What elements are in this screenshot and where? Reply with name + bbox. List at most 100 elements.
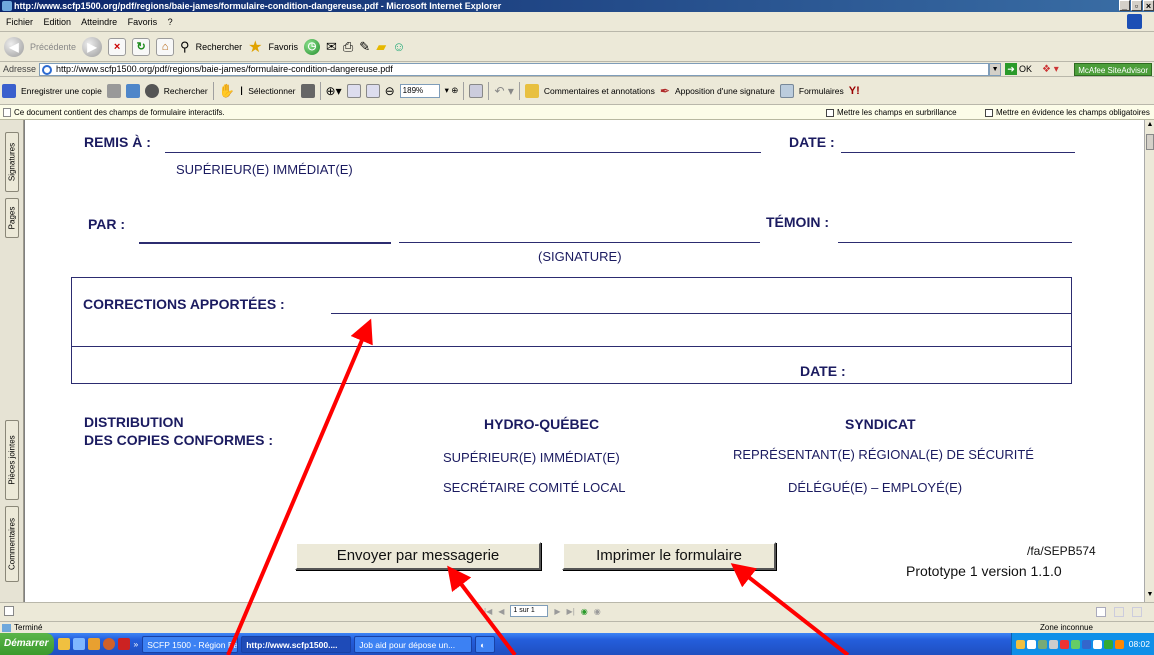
tray-icon[interactable] [1114,639,1124,649]
signature-menu[interactable]: Apposition d'une signature [675,86,775,96]
tray-icon[interactable] [1081,639,1091,649]
history-icon[interactable]: ◷ [303,38,320,55]
tab-comments[interactable]: Commentaires [5,506,19,582]
menu-help[interactable]: ? [168,17,173,27]
print-icon[interactable]: ⎙ [343,39,353,55]
forward-arrow-icon[interactable]: ▶ [82,36,103,57]
go-back-view-icon[interactable]: ◉ [581,607,588,616]
pen-icon[interactable]: ✒ [660,84,670,98]
quicklaunch-firefox-icon[interactable] [103,638,116,650]
quicklaunch-acrobat-icon[interactable] [118,638,131,650]
date-field-top[interactable] [841,152,1075,153]
refresh-icon[interactable]: ↻ [132,37,151,56]
search-icon[interactable]: ⚲ [180,39,190,55]
tab-pages[interactable]: Pages [5,198,19,238]
links-icon[interactable]: ❖ ▾ [1042,62,1059,77]
highlight-fields-checkbox[interactable] [826,108,834,117]
tray-icon[interactable] [1015,639,1025,649]
menu-atteindre[interactable]: Atteindre [81,17,117,27]
corrections-field-line-2[interactable] [71,346,1072,347]
close-button[interactable]: × [1143,0,1154,11]
messenger-icon[interactable]: ☺ [392,39,405,54]
temoin-field[interactable] [838,242,1072,243]
zoom-in-icon[interactable]: ⊕▾ [326,84,342,98]
back-arrow-icon[interactable]: ◀ [4,36,24,57]
vertical-scrollbar[interactable]: ▲ ▼ [1144,120,1154,602]
send-by-email-button[interactable]: Envoyer par messagerie [295,542,541,570]
home-icon[interactable]: ⌂ [156,37,175,56]
par-signature-field[interactable] [399,242,760,243]
required-fields-checkbox[interactable] [985,108,993,117]
go-forward-view-icon[interactable]: ◉ [594,607,601,616]
zoom-level-input[interactable]: 189% [399,83,440,98]
menu-edition[interactable]: Edition [44,17,72,27]
task-job-aid[interactable]: Job aid pour dépose un... [354,635,473,653]
page-layout-single-icon[interactable] [1096,607,1106,617]
forms-menu[interactable]: Formulaires [799,86,844,96]
corrections-field-line-1[interactable] [331,313,1072,314]
hand-tool-icon[interactable]: ✋ [219,83,235,99]
back-label[interactable]: Précédente [30,42,76,52]
scroll-up-icon[interactable]: ▲ [1146,120,1154,130]
tray-icon[interactable] [1092,639,1102,649]
yahoo-icon[interactable]: Y! [849,85,860,97]
tray-icon[interactable] [1103,639,1113,649]
task-ie-pdf[interactable]: http://www.scfp1500.... [241,635,352,653]
menu-favoris[interactable]: Favoris [128,17,158,27]
page-layout-continuous-icon[interactable] [1114,607,1124,617]
par-name-field[interactable] [139,242,391,244]
quicklaunch-outlook-icon[interactable] [58,638,71,650]
task-scfp-region[interactable]: SCFP 1500 - Région Baie ... [142,635,239,653]
quicklaunch-more[interactable]: » [133,639,138,649]
page-layout-icon[interactable] [469,83,484,98]
select-tool-button[interactable]: Sélectionner [248,86,295,96]
comments-icon[interactable] [524,83,539,98]
tray-icon[interactable] [1048,639,1058,649]
remis-a-field[interactable] [165,152,761,153]
tab-attachments[interactable]: Pièces jointes [5,420,19,500]
save-copy-button[interactable]: Enregistrer une copie [21,86,102,96]
tray-icon[interactable] [1026,639,1036,649]
zoom-dropdown-icon[interactable]: ▾ ⊕ [445,85,459,96]
acrobat-search-button[interactable]: Rechercher [164,86,208,96]
stop-icon[interactable]: × [108,37,127,56]
required-fields-option[interactable]: Mettre en évidence les champs obligatoir… [985,108,1150,117]
go-button[interactable]: ➜ OK [1005,62,1032,77]
actual-size-icon[interactable] [346,83,361,98]
menu-fichier[interactable]: Fichier [6,17,33,27]
scroll-down-icon[interactable]: ▼ [1146,590,1154,600]
print-icon[interactable] [106,83,121,98]
quicklaunch-desktop-icon[interactable] [88,638,101,650]
edit-icon[interactable]: ✎ [359,39,370,55]
previous-page-icon[interactable]: ◀ [498,607,504,616]
last-page-icon[interactable]: ▶| [567,607,575,616]
page-number-input[interactable]: 1 sur 1 [510,605,549,617]
binoculars-icon[interactable] [144,83,159,98]
comments-menu[interactable]: Commentaires et annotations [544,86,655,96]
email-icon[interactable] [125,83,140,98]
tray-icon[interactable] [1070,639,1080,649]
zoom-out-icon[interactable]: ⊖ [385,84,395,98]
folder-icon[interactable]: ▰ [376,39,386,55]
rotate-icon[interactable]: ↶ ▾ [494,84,513,98]
address-input[interactable]: http://www.scfp1500.org/pdf/regions/baie… [39,62,990,76]
start-button[interactable]: Démarrer [0,633,55,655]
first-page-icon[interactable]: |◀ [484,607,492,616]
page-layout-facing-icon[interactable] [1132,607,1142,617]
search-button[interactable]: Rechercher [196,42,243,52]
minimize-button[interactable]: _ [1119,0,1130,11]
forms-icon[interactable] [779,83,794,98]
scroll-thumb[interactable] [1146,134,1154,150]
mail-icon[interactable]: ✉ [326,39,337,55]
favorites-button[interactable]: Favoris [268,42,298,52]
tray-icon[interactable] [1059,639,1069,649]
print-form-button[interactable]: Imprimer le formulaire [562,542,776,570]
mcafee-siteadvisor-button[interactable]: McAfee SiteAdvisor [1074,62,1152,76]
next-page-icon[interactable]: ▶ [554,607,560,616]
maximize-button[interactable]: ▫ [1131,0,1142,11]
panel-toggle-icon[interactable] [4,606,14,616]
task-hp-icon[interactable]: ◐ [475,635,496,653]
tray-icon[interactable] [1037,639,1047,649]
snapshot-icon[interactable] [300,83,315,98]
tab-signatures[interactable]: Signatures [5,132,19,192]
